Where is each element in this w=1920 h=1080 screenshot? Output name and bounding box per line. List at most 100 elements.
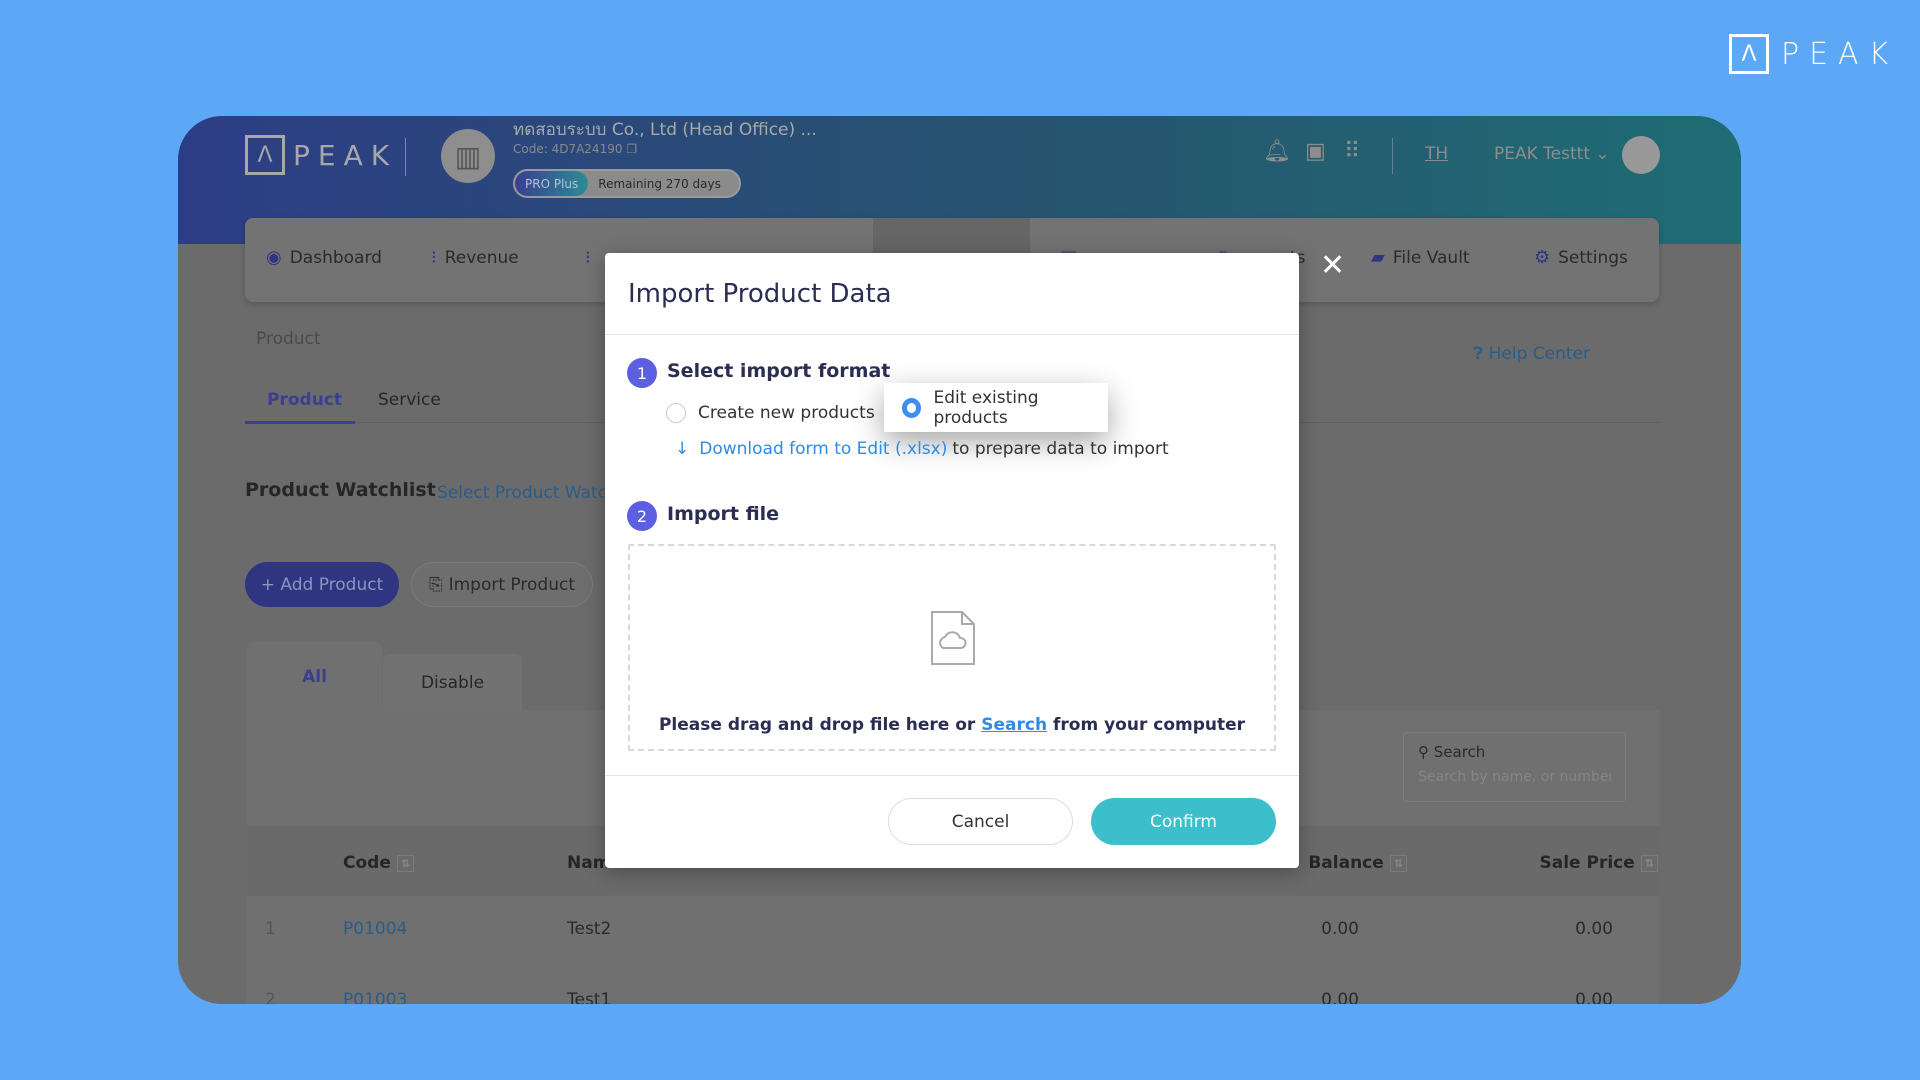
row-number: 2 [265, 990, 276, 1004]
import-product-button[interactable]: ⎘ Import Product [411, 562, 593, 607]
sort-icon[interactable]: ⇅ [1640, 854, 1658, 872]
arrow-down-icon: ↓ [675, 439, 690, 459]
search-label-text: Search [1433, 743, 1486, 761]
search-label: ⚲ Search [1418, 743, 1611, 761]
file-dropzone[interactable]: Please drag and drop file here or Search… [628, 544, 1276, 751]
step-number: 2 [627, 501, 657, 531]
product-balance: 0.00 [1321, 990, 1359, 1004]
tab-disable[interactable]: Disable [383, 654, 522, 712]
confirm-button[interactable]: Confirm [1091, 798, 1276, 845]
peak-logo-icon: Λ [1729, 34, 1769, 74]
import-file-icon: ⎘ [429, 574, 443, 595]
product-code-link[interactable]: P01004 [343, 919, 407, 939]
product-name: Test2 [567, 919, 612, 939]
help-label: Help Center [1488, 344, 1591, 364]
help-book-icon[interactable]: ▣ [1305, 139, 1326, 164]
option-edit-existing[interactable]: Edit existing products [884, 383, 1108, 432]
nav-label: Dashboard [289, 247, 382, 268]
app-logo[interactable]: Λ PEAK [245, 135, 397, 175]
company-name[interactable]: ทดสอบระบบ Co., Ltd (Head Office) ... [513, 116, 817, 143]
col-sale-price[interactable]: Sale Price ⇅ [1539, 853, 1658, 873]
dropzone-text: Please drag and drop file here or Search… [630, 715, 1274, 735]
product-name: Test1 [567, 990, 612, 1004]
divider [1392, 138, 1393, 174]
company-code: Code: 4D7A24190 ❐ [513, 142, 637, 156]
modal-title: Import Product Data [628, 279, 892, 309]
download-suffix: to prepare data to import [952, 439, 1169, 459]
peak-brand-logo: Λ PEAK [1729, 34, 1898, 74]
nav-label: Revenue [444, 247, 519, 268]
expense-icon: ⁝ [585, 247, 591, 268]
row-number: 1 [265, 919, 276, 939]
user-menu[interactable]: PEAK Testtt ⌄ [1494, 144, 1610, 164]
breadcrumb: Product [256, 329, 321, 349]
tab-product[interactable]: Product [267, 390, 342, 410]
import-product-modal: Import Product Data 1 Select import form… [605, 253, 1299, 868]
browse-file-link[interactable]: Search [981, 715, 1047, 735]
tab-all[interactable]: All [247, 642, 382, 712]
nav-label: File Vault [1392, 247, 1470, 268]
brand-text: PEAK [1781, 36, 1899, 72]
add-product-button[interactable]: + Add Product [245, 562, 399, 607]
nav-settings[interactable]: ⚙ Settings [1534, 247, 1628, 268]
product-price: 0.00 [1575, 919, 1613, 939]
download-form-link[interactable]: Download form to Edit (.xlsx) [699, 439, 947, 459]
plan-badge: PRO Plus Remaining 270 days [513, 169, 741, 198]
product-balance: 0.00 [1321, 919, 1359, 939]
drop-suffix: from your computer [1052, 715, 1246, 735]
nav-expense[interactable]: ⁝ [585, 247, 591, 268]
col-label: Sale Price [1539, 853, 1635, 873]
step-label: Import file [667, 503, 780, 525]
cancel-button[interactable]: Cancel [888, 798, 1073, 845]
radio-button[interactable] [666, 403, 686, 423]
divider [605, 334, 1299, 335]
search-input[interactable]: Search by name, or number [1418, 769, 1611, 785]
sort-icon[interactable]: ⇅ [1389, 854, 1407, 872]
watchlist-title: Product Watchlist [245, 479, 436, 501]
col-code[interactable]: Code ⇅ [343, 853, 415, 873]
option-label: Create new products [698, 403, 875, 423]
search-icon: ⚲ [1418, 743, 1429, 761]
option-label: Edit existing products [933, 387, 1039, 428]
nav-file-vault[interactable]: ▰ File Vault [1371, 247, 1470, 268]
apps-grid-icon[interactable]: ⠿ [1344, 139, 1360, 164]
revenue-icon: ⁝ [431, 247, 437, 268]
user-name: PEAK Testtt [1494, 144, 1590, 164]
step-label: Select import format [667, 360, 891, 382]
nav-label: Settings [1558, 247, 1628, 268]
avatar[interactable] [1622, 136, 1660, 174]
company-building-icon[interactable]: ▥ [441, 129, 495, 183]
company-code-text: Code: 4D7A24190 [513, 142, 623, 156]
step-number: 1 [627, 358, 657, 388]
drop-prefix: Please drag and drop file here or [658, 715, 976, 735]
logo-text: PEAK [293, 138, 398, 172]
gear-icon: ⚙ [1534, 247, 1551, 268]
language-switch[interactable]: TH [1425, 144, 1448, 164]
chevron-down-icon: ⌄ [1595, 144, 1610, 164]
nav-revenue[interactable]: ⁝ Revenue [431, 247, 519, 268]
folder-icon: ▰ [1371, 247, 1385, 268]
radio-button-selected[interactable] [902, 397, 922, 418]
product-price: 0.00 [1575, 990, 1613, 1004]
help-center-link[interactable]: ❓︎ Help Center [1473, 344, 1590, 364]
import-label: Import Product [448, 574, 575, 595]
nav-dashboard[interactable]: ◉ Dashboard [266, 247, 382, 268]
peak-logo-icon: Λ [245, 135, 285, 175]
sort-icon[interactable]: ⇅ [396, 854, 415, 872]
dashboard-icon: ◉ [266, 247, 282, 268]
copy-icon[interactable]: ❐ [626, 142, 637, 156]
divider [405, 138, 406, 176]
close-icon[interactable]: ✕ [1320, 248, 1345, 283]
download-form-row: ↓ Download form to Edit (.xlsx) to prepare… [675, 439, 1169, 459]
remaining-days: Remaining 270 days [598, 176, 721, 191]
plan-name: PRO Plus [515, 171, 589, 196]
search-box[interactable]: ⚲ Search Search by name, or number [1403, 732, 1626, 802]
bell-icon[interactable]: 🔔︎ [1263, 139, 1291, 164]
divider [605, 775, 1299, 776]
option-create-new[interactable]: Create new products [666, 403, 875, 423]
tab-service[interactable]: Service [378, 390, 441, 410]
col-label: Balance [1308, 853, 1384, 873]
product-code-link[interactable]: P01003 [343, 990, 407, 1004]
col-balance[interactable]: Balance ⇅ [1308, 853, 1407, 873]
cloud-file-icon [931, 611, 975, 665]
